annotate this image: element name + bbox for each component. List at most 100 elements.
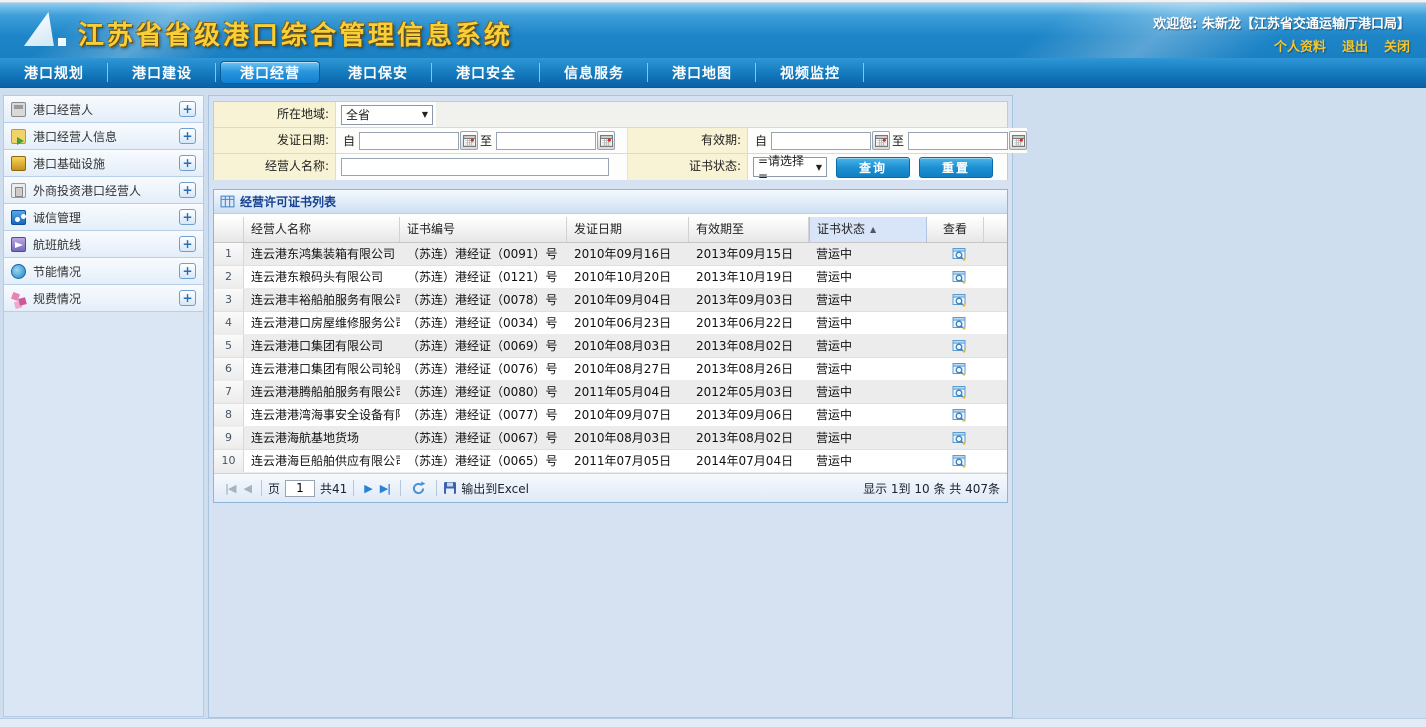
refresh-button[interactable] <box>411 481 426 496</box>
sidebar-item[interactable]: 港口经营人信息 + <box>4 123 203 150</box>
port-operators-icon <box>11 102 26 117</box>
flight-routes-icon <box>11 237 26 252</box>
table-icon <box>220 194 235 209</box>
sidebar-item[interactable]: 航班航线 + <box>4 231 203 258</box>
view-button[interactable] <box>951 338 968 354</box>
table-row[interactable]: 9 连云港海航基地货场 （苏连）港经证（0067）号 2010年08月03日 2… <box>214 427 1007 450</box>
view-button[interactable] <box>951 315 968 331</box>
nav-tab[interactable]: 港口规划 <box>0 58 108 87</box>
expand-plus-button[interactable]: + <box>179 155 196 171</box>
table-row[interactable]: 2 连云港东粮码头有限公司 （苏连）港经证（0121）号 2010年10月20日… <box>214 266 1007 289</box>
expand-plus-button[interactable]: + <box>179 263 196 279</box>
search-button[interactable]: 查询 <box>836 157 910 178</box>
calendar-button[interactable] <box>1009 131 1027 150</box>
issue-date-to-input[interactable] <box>496 132 596 150</box>
sidebar-item[interactable]: 诚信管理 + <box>4 204 203 231</box>
row-number: 1 <box>214 243 244 265</box>
view-button[interactable] <box>951 292 968 308</box>
fees-icon <box>11 291 26 306</box>
first-page-button[interactable]: |◀ <box>225 482 235 495</box>
nav-tab[interactable]: 港口经营 <box>220 61 320 84</box>
col-cert-status[interactable]: 证书状态▲ <box>809 217 927 242</box>
next-page-button[interactable]: ▶ <box>364 482 371 495</box>
cell-cert-number: （苏连）港经证（0077）号 <box>400 404 567 426</box>
export-excel-button[interactable]: 输出到Excel <box>443 480 529 497</box>
view-details-icon <box>951 269 968 285</box>
cell-issue-date: 2011年07月05日 <box>567 450 689 472</box>
issue-date-from-input[interactable] <box>359 132 459 150</box>
table-row[interactable]: 5 连云港港口集团有限公司 （苏连）港经证（0069）号 2010年08月03日… <box>214 335 1007 358</box>
calendar-button[interactable] <box>597 131 615 150</box>
table-row[interactable]: 1 连云港东鸿集装箱有限公司 （苏连）港经证（0091）号 2010年09月16… <box>214 243 1007 266</box>
page-number-input[interactable] <box>285 480 315 497</box>
validity-to-input[interactable] <box>908 132 1008 150</box>
operator-name-input[interactable] <box>341 158 609 176</box>
cell-cert-number: （苏连）港经证（0080）号 <box>400 381 567 403</box>
cell-valid-until: 2013年09月03日 <box>689 289 809 311</box>
reset-button[interactable]: 重置 <box>919 157 993 178</box>
last-page-button[interactable]: ▶| <box>380 482 390 495</box>
sidebar-item-label: 港口经营人信息 <box>33 128 117 145</box>
prev-page-button[interactable]: ◀ <box>243 482 250 495</box>
app-title: 江苏省省级港口综合管理信息系统 <box>78 15 513 52</box>
calendar-button[interactable] <box>460 131 478 150</box>
from-label: 自 <box>343 132 355 149</box>
nav-tab[interactable]: 港口保安 <box>324 58 432 87</box>
col-cert-number[interactable]: 证书编号 <box>400 217 567 242</box>
view-button[interactable] <box>951 269 968 285</box>
sidebar: 港口经营人 + 港口经营人信息 + 港口基础设施 + 外商投资港口经营人 + 诚… <box>3 95 204 717</box>
view-button[interactable] <box>951 407 968 423</box>
nav-tab[interactable]: 港口建设 <box>108 58 216 87</box>
table-row[interactable]: 6 连云港港口集团有限公司轮驳... （苏连）港经证（0076）号 2010年0… <box>214 358 1007 381</box>
col-view: 查看 <box>927 217 984 242</box>
logout-link[interactable]: 退出 <box>1342 36 1368 55</box>
table-row[interactable]: 7 连云港港腾船舶服务有限公司 （苏连）港经证（0080）号 2011年05月0… <box>214 381 1007 404</box>
sidebar-item[interactable]: 节能情况 + <box>4 258 203 285</box>
page-footer-strip <box>0 718 1426 727</box>
sidebar-item[interactable]: 外商投资港口经营人 + <box>4 177 203 204</box>
nav-tab[interactable]: 视频监控 <box>756 58 864 87</box>
view-button[interactable] <box>951 384 968 400</box>
col-operator-name[interactable]: 经营人名称 <box>244 217 400 242</box>
sidebar-item-label: 节能情况 <box>33 263 81 280</box>
row-number: 8 <box>214 404 244 426</box>
table-row[interactable]: 10 连云港海巨船舶供应有限公司 （苏连）港经证（0065）号 2011年07月… <box>214 450 1007 473</box>
nav-tab[interactable]: 港口地图 <box>648 58 756 87</box>
sidebar-item[interactable]: 规费情况 + <box>4 285 203 312</box>
table-row[interactable]: 8 连云港港湾海事安全设备有限... （苏连）港经证（0077）号 2010年0… <box>214 404 1007 427</box>
sidebar-item-label: 外商投资港口经营人 <box>33 182 141 199</box>
col-valid-until[interactable]: 有效期至 <box>689 217 809 242</box>
expand-plus-button[interactable]: + <box>179 101 196 117</box>
close-link[interactable]: 关闭 <box>1384 36 1410 55</box>
profile-link[interactable]: 个人资料 <box>1274 36 1326 55</box>
col-issue-date[interactable]: 发证日期 <box>567 217 689 242</box>
cell-issue-date: 2010年09月16日 <box>567 243 689 265</box>
expand-plus-button[interactable]: + <box>179 182 196 198</box>
sidebar-item[interactable]: 港口基础设施 + <box>4 150 203 177</box>
operator-info-icon <box>11 129 26 144</box>
expand-plus-button[interactable]: + <box>179 128 196 144</box>
view-button[interactable] <box>951 246 968 262</box>
cell-valid-until: 2013年08月26日 <box>689 358 809 380</box>
table-body: 1 连云港东鸿集装箱有限公司 （苏连）港经证（0091）号 2010年09月16… <box>214 243 1007 473</box>
expand-plus-button[interactable]: + <box>179 236 196 252</box>
welcome-text: 欢迎您: 朱新龙【江苏省交通运输厅港口局】 <box>1153 13 1410 32</box>
view-button[interactable] <box>951 430 968 446</box>
nav-tab[interactable]: 信息服务 <box>540 58 648 87</box>
page-label: 页 <box>268 480 280 497</box>
cert-status-select[interactable]: =请选择= ▼ <box>753 157 827 177</box>
calendar-button[interactable] <box>872 131 890 150</box>
nav-tab[interactable]: 港口安全 <box>432 58 540 87</box>
validity-from-input[interactable] <box>771 132 871 150</box>
table-row[interactable]: 3 连云港丰裕船舶服务有限公司 （苏连）港经证（0078）号 2010年09月0… <box>214 289 1007 312</box>
sidebar-item[interactable]: 港口经营人 + <box>4 96 203 123</box>
total-pages: 共41 <box>320 480 347 497</box>
foreign-investment-icon <box>11 183 26 198</box>
table-row[interactable]: 4 连云港港口房屋维修服务公司 （苏连）港经证（0034）号 2010年06月2… <box>214 312 1007 335</box>
cell-valid-until: 2013年09月15日 <box>689 243 809 265</box>
view-button[interactable] <box>951 361 968 377</box>
expand-plus-button[interactable]: + <box>179 209 196 225</box>
region-select[interactable]: 全省 ▼ <box>341 105 433 125</box>
view-button[interactable] <box>951 453 968 469</box>
expand-plus-button[interactable]: + <box>179 290 196 306</box>
